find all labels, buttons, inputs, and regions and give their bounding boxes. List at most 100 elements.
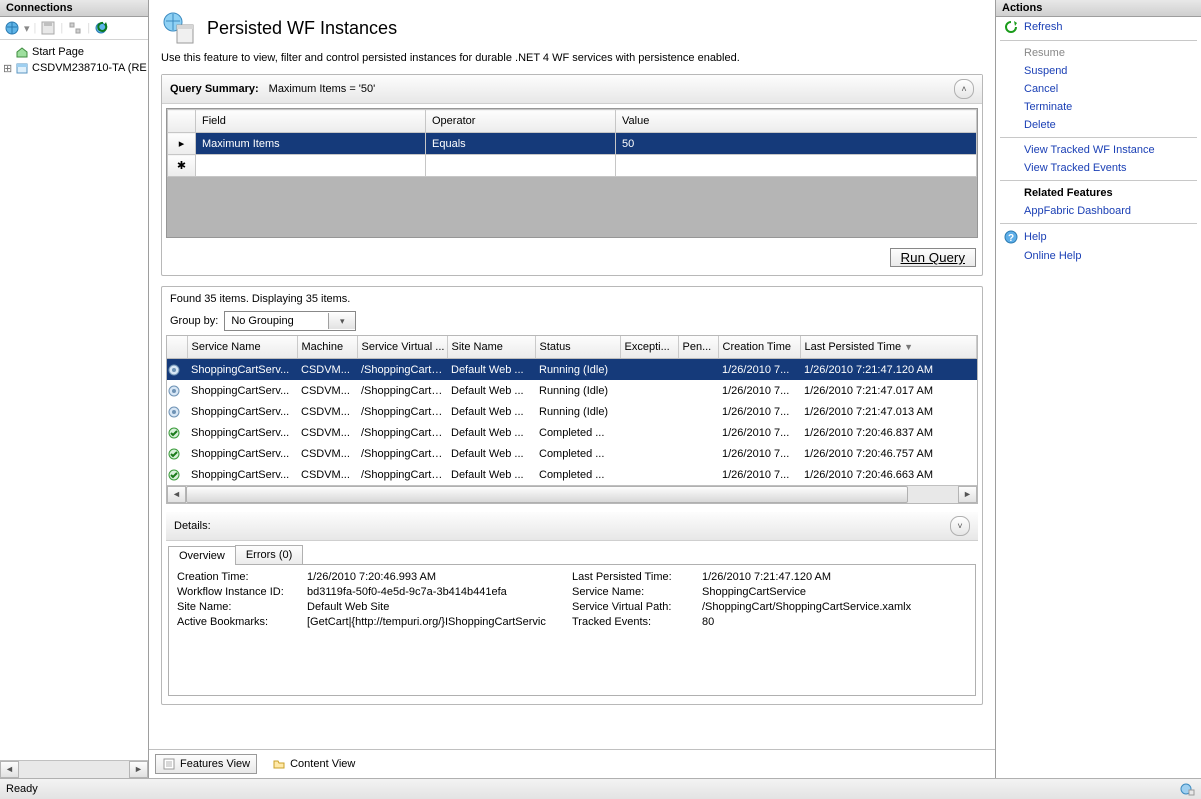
cell-status: Running (Idle) <box>535 380 620 401</box>
instances-table[interactable]: Service Name Machine Service Virtual ...… <box>166 335 978 504</box>
cell-service: ShoppingCartServ... <box>187 401 297 422</box>
action-help[interactable]: ? Help <box>996 227 1201 247</box>
cell-pending <box>678 380 718 401</box>
scroll-thumb[interactable] <box>186 486 908 503</box>
cell-vpath: /ShoppingCart/... <box>357 443 447 464</box>
cell-site: Default Web ... <box>447 464 535 485</box>
table-row[interactable]: ShoppingCartServ...CSDVM.../ShoppingCart… <box>167 380 977 401</box>
query-new-row[interactable]: ✱ <box>168 155 977 177</box>
table-row[interactable]: ShoppingCartServ...CSDVM.../ShoppingCart… <box>167 401 977 422</box>
cell-site: Default Web ... <box>447 422 535 443</box>
results-h-scrollbar[interactable]: ◄ ► <box>167 485 977 503</box>
tree-start-page[interactable]: Start Page <box>2 44 146 60</box>
cell-ctime: 1/26/2010 7... <box>718 464 800 485</box>
group-by-label: Group by: <box>170 315 218 327</box>
save-icon[interactable] <box>40 20 56 36</box>
col-exception[interactable]: Excepti... <box>620 336 678 359</box>
cell-vpath: /ShoppingCart/... <box>357 422 447 443</box>
chevron-down-icon[interactable]: ˅ <box>950 516 970 536</box>
service-name-value: ShoppingCartService <box>702 586 967 598</box>
col-machine[interactable]: Machine <box>297 336 357 359</box>
action-refresh[interactable]: Refresh <box>996 17 1201 37</box>
action-cancel[interactable]: Cancel <box>996 80 1201 98</box>
group-by-value: No Grouping <box>225 315 328 327</box>
col-status[interactable]: Status <box>535 336 620 359</box>
tab-overview[interactable]: Overview <box>168 546 236 565</box>
cell-site: Default Web ... <box>447 359 535 381</box>
world-refresh-icon[interactable] <box>94 20 110 36</box>
row-status-icon <box>167 401 187 422</box>
query-panel-header[interactable]: Query Summary: Maximum Items = '50' ˄ <box>162 75 982 104</box>
actions-pane: Actions Refresh Resume Suspend Cancel Te… <box>996 0 1201 778</box>
actions-title: Actions <box>996 0 1201 17</box>
table-row[interactable]: ShoppingCartServ...CSDVM.../ShoppingCart… <box>167 422 977 443</box>
connections-pane: Connections ▾ | | | Start Page ⊞ CSDVM23… <box>0 0 149 778</box>
table-row[interactable]: ShoppingCartServ...CSDVM.../ShoppingCart… <box>167 464 977 485</box>
scroll-right-icon[interactable]: ► <box>958 486 977 503</box>
action-view-events[interactable]: View Tracked Events <box>996 159 1201 177</box>
action-online-help[interactable]: Online Help <box>996 247 1201 265</box>
action-suspend[interactable]: Suspend <box>996 62 1201 80</box>
col-vpath[interactable]: Service Virtual ... <box>357 336 447 359</box>
creation-time-label: Creation Time: <box>177 571 307 583</box>
tree-label: Start Page <box>32 46 84 58</box>
content-view-tab[interactable]: Content View <box>265 754 362 774</box>
col-service[interactable]: Service Name <box>187 336 297 359</box>
cell-ptime: 1/26/2010 7:20:46.757 AM <box>800 443 977 464</box>
creation-time-value: 1/26/2010 7:20:46.993 AM <box>307 571 572 583</box>
query-row[interactable]: ▸ Maximum Items Equals 50 <box>168 133 977 155</box>
feature-icon <box>161 10 197 46</box>
scroll-left-icon[interactable]: ◄ <box>167 486 186 503</box>
cell-ctime: 1/26/2010 7... <box>718 443 800 464</box>
tree-server[interactable]: ⊞ CSDVM238710-TA (RE <box>2 60 146 76</box>
cell-ptime: 1/26/2010 7:21:47.120 AM <box>800 359 977 381</box>
status-bar: Ready <box>0 778 1201 799</box>
col-value[interactable]: Value <box>616 110 977 133</box>
table-row[interactable]: ShoppingCartServ...CSDVM.../ShoppingCart… <box>167 443 977 464</box>
action-view-instance[interactable]: View Tracked WF Instance <box>996 141 1201 159</box>
query-grid[interactable]: Field Operator Value ▸ Maximum Items Equ… <box>166 108 978 238</box>
details-header[interactable]: Details: ˅ <box>166 512 978 541</box>
col-operator[interactable]: Operator <box>426 110 616 133</box>
cell-ptime: 1/26/2010 7:20:46.837 AM <box>800 422 977 443</box>
new-row-icon[interactable]: ✱ <box>168 155 196 177</box>
chevron-down-icon[interactable]: ▾ <box>328 313 355 329</box>
cell-site: Default Web ... <box>447 443 535 464</box>
action-dashboard[interactable]: AppFabric Dashboard <box>996 202 1201 220</box>
features-view-tab[interactable]: Features View <box>155 754 257 774</box>
col-creation-time[interactable]: Creation Time <box>718 336 800 359</box>
cell-exception <box>620 359 678 381</box>
service-name-label: Service Name: <box>572 586 702 598</box>
run-query-button[interactable]: Run Query <box>890 248 976 267</box>
row-status-icon <box>167 422 187 443</box>
cell-status: Completed ... <box>535 443 620 464</box>
server-icon <box>15 61 29 75</box>
left-h-scrollbar[interactable]: ◄ ► <box>0 760 148 778</box>
col-pending[interactable]: Pen... <box>678 336 718 359</box>
cell-service: ShoppingCartServ... <box>187 380 297 401</box>
col-site[interactable]: Site Name <box>447 336 535 359</box>
cell-service: ShoppingCartServ... <box>187 443 297 464</box>
query-summary-label: Query Summary: <box>170 83 259 95</box>
tab-errors[interactable]: Errors (0) <box>235 545 303 564</box>
action-delete[interactable]: Delete <box>996 116 1201 134</box>
col-persisted-time[interactable]: Last Persisted Time ▼ <box>800 336 977 359</box>
levels-icon[interactable] <box>67 20 83 36</box>
world-icon[interactable] <box>4 20 20 36</box>
col-field[interactable]: Field <box>196 110 426 133</box>
svg-text:?: ? <box>1008 233 1014 244</box>
action-terminate[interactable]: Terminate <box>996 98 1201 116</box>
site-name-label: Site Name: <box>177 601 307 613</box>
row-selector-icon[interactable]: ▸ <box>168 133 196 155</box>
group-by-combo[interactable]: No Grouping ▾ <box>224 311 356 331</box>
chevron-up-icon[interactable]: ˄ <box>954 79 974 99</box>
results-summary: Found 35 items. Displaying 35 items. <box>170 293 974 305</box>
cell-service: ShoppingCartServ... <box>187 464 297 485</box>
table-row[interactable]: ShoppingCartServ...CSDVM.../ShoppingCart… <box>167 359 977 381</box>
scroll-right-icon[interactable]: ► <box>129 761 148 778</box>
connections-tree[interactable]: Start Page ⊞ CSDVM238710-TA (RE <box>0 40 148 760</box>
col-icon[interactable] <box>167 336 187 359</box>
cell-exception <box>620 464 678 485</box>
scroll-left-icon[interactable]: ◄ <box>0 761 19 778</box>
cell-ctime: 1/26/2010 7... <box>718 380 800 401</box>
